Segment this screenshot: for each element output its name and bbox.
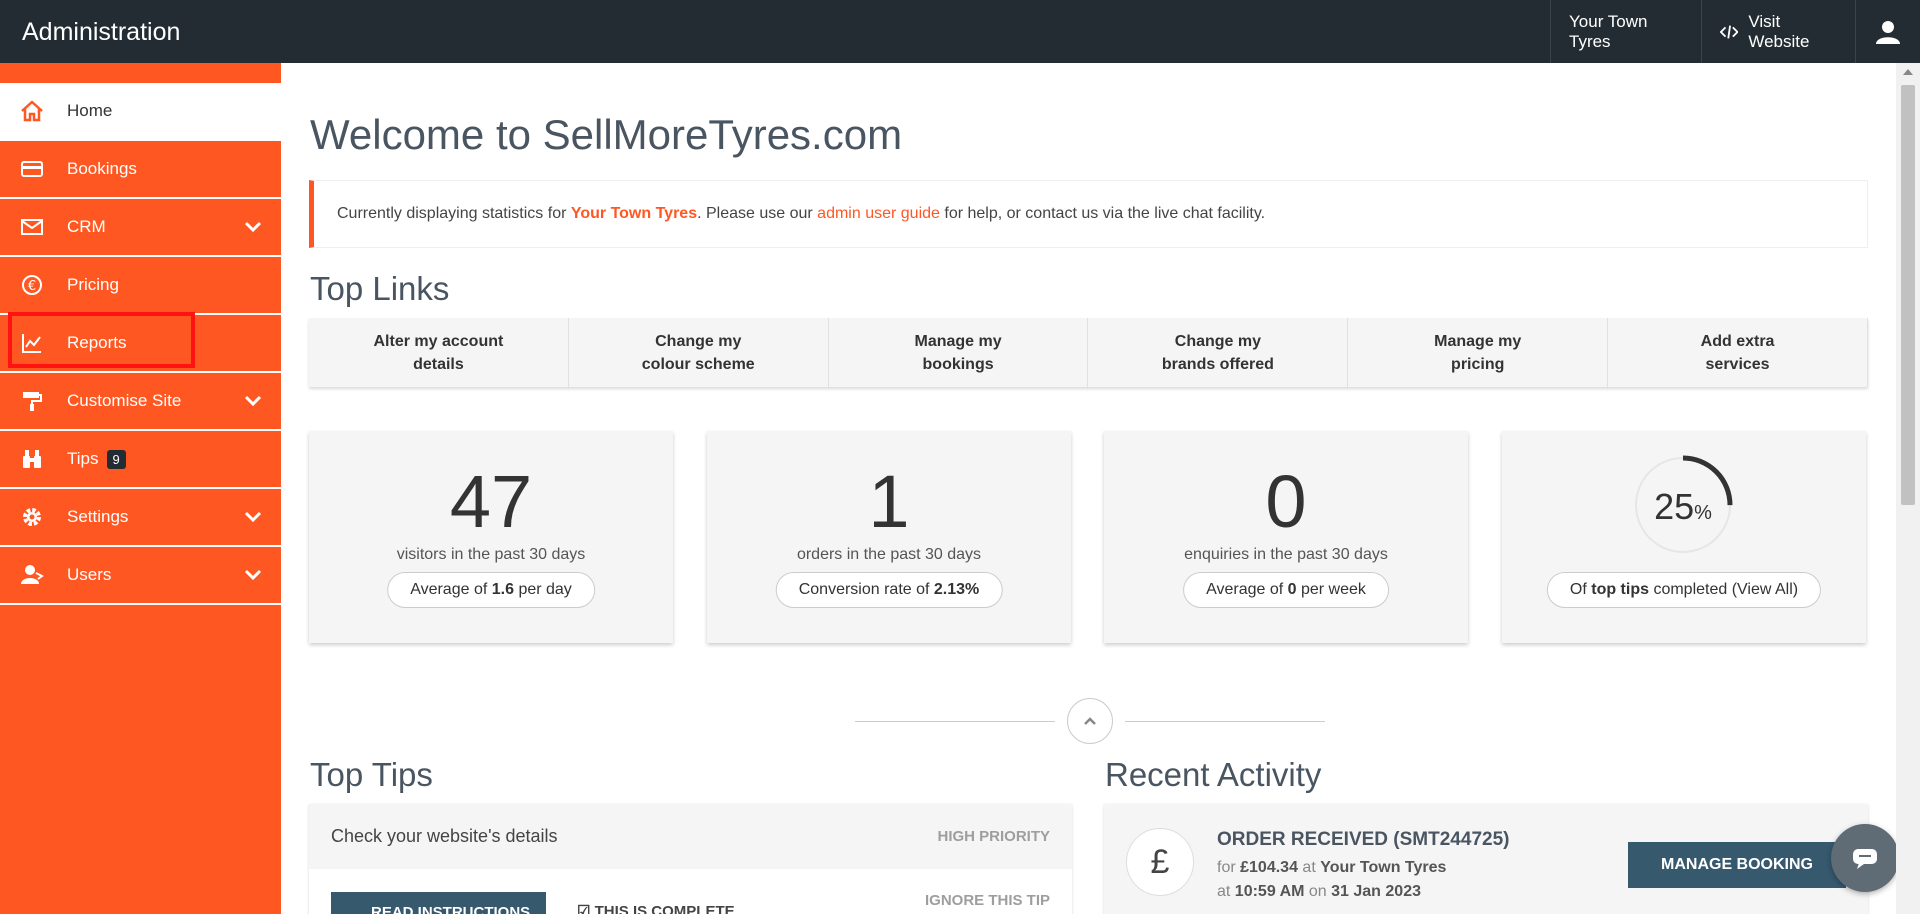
users-icon: [21, 565, 44, 584]
sidebar-item-label: CRM: [67, 217, 106, 236]
chevron-down-icon: [244, 569, 262, 581]
top-link-services[interactable]: Add extra services: [1608, 318, 1868, 387]
sidebar-item-pricing[interactable]: € Pricing: [0, 257, 281, 315]
view-all-tips-link[interactable]: View All: [1737, 581, 1793, 599]
top-link-colour[interactable]: Change my colour scheme: [569, 318, 829, 387]
main-content: Welcome to SellMoreTyres.com Currently d…: [281, 63, 1896, 914]
statistics-notice: Currently displaying statistics for Your…: [309, 180, 1868, 248]
sidebar-item-tips[interactable]: Tips 9: [0, 431, 281, 489]
top-link-pricing[interactable]: Manage my pricing: [1348, 318, 1609, 387]
svg-text:€: €: [28, 279, 36, 294]
section-divider: [855, 698, 1325, 744]
sidebar-item-customise-site[interactable]: Customise Site: [0, 373, 281, 431]
chevron-down-icon: [244, 395, 262, 407]
credit-card-icon: [21, 161, 43, 177]
page-title: Welcome to SellMoreTyres.com: [310, 111, 903, 158]
pound-icon: £: [1126, 828, 1194, 896]
euro-icon: €: [22, 275, 42, 295]
top-bar: Administration Your Town Tyres Visit Web…: [0, 0, 1920, 63]
sidebar-item-label: Home: [67, 101, 113, 120]
orders-count: 1: [868, 460, 910, 543]
orders-desc: orders in the past 30 days: [796, 546, 982, 563]
chevron-up-icon: [1084, 717, 1096, 725]
top-link-bookings[interactable]: Manage my bookings: [829, 318, 1089, 387]
sidebar-item-users[interactable]: Users: [0, 547, 281, 605]
tips-progress-card: 25% Of top tips completed (View All): [1502, 431, 1866, 643]
binoculars-icon: [23, 450, 41, 468]
sidebar-item-settings[interactable]: Settings: [0, 489, 281, 547]
sidebar-item-reports[interactable]: Reports: [0, 315, 281, 373]
sidebar-item-label: Bookings: [67, 159, 137, 178]
enquiries-count: 0: [1265, 460, 1307, 543]
enquiries-average-pill: Average of 0 per week: [1183, 572, 1389, 608]
enquiries-card: 0 enquiries in the past 30 days Average …: [1104, 431, 1468, 643]
enquiries-desc: enquiries in the past 30 days: [1184, 546, 1388, 563]
activity-card: £ ORDER RECEIVED (SMT244725) for £104.34…: [1104, 804, 1868, 914]
activity-title: ORDER RECEIVED (SMT244725): [1217, 829, 1510, 850]
collapse-button[interactable]: [1067, 698, 1113, 744]
chart-line-icon: [22, 334, 41, 353]
envelope-icon: [21, 219, 43, 235]
tip-priority: HIGH PRIORITY: [937, 828, 1050, 845]
chat-icon: [1853, 849, 1877, 869]
sidebar-item-label: Reports: [67, 333, 127, 352]
visitors-average-pill: Average of 1.6 per day: [387, 572, 595, 608]
read-instructions-button[interactable]: READ INSTRUCTIONS: [331, 892, 546, 914]
user-menu[interactable]: [1855, 0, 1920, 63]
top-links-bar: Alter my account details Change my colou…: [309, 318, 1868, 387]
top-links-heading: Top Links: [310, 270, 450, 307]
paint-roller-icon: [23, 392, 42, 411]
tip-card: Check your website's details HIGH PRIORI…: [309, 804, 1072, 914]
chevron-down-icon: [244, 511, 262, 523]
app-title: Administration: [22, 18, 181, 46]
manage-booking-button[interactable]: MANAGE BOOKING: [1628, 842, 1846, 888]
check-square-icon: ☑: [577, 903, 595, 914]
mark-complete-button[interactable]: ☑ THIS IS COMPLETE: [577, 902, 735, 914]
top-tips-heading: Top Tips: [310, 756, 433, 793]
site-selector[interactable]: Your Town Tyres: [1550, 0, 1702, 63]
visitors-desc: visitors in the past 30 days: [396, 546, 586, 563]
scroll-thumb[interactable]: [1901, 85, 1915, 505]
user-icon: [1876, 20, 1900, 44]
home-icon: [21, 100, 43, 122]
tips-progress-value: 25%: [1654, 486, 1712, 527]
visitors-card: 47 visitors in the past 30 days Average …: [309, 431, 673, 643]
visit-website-link[interactable]: Visit Website: [1701, 0, 1856, 63]
tip-title: Check your website's details: [331, 826, 558, 846]
top-link-account[interactable]: Alter my account details: [309, 318, 569, 387]
admin-guide-link[interactable]: admin user guide: [817, 205, 940, 223]
page-scrollbar[interactable]: [1896, 63, 1920, 914]
scroll-up-arrow[interactable]: [1903, 69, 1913, 75]
sidebar-item-label: Settings: [67, 507, 129, 526]
sidebar-item-label: Customise Site: [67, 391, 182, 410]
tips-count-badge: 9: [106, 450, 126, 470]
gear-icon: [23, 508, 41, 526]
sidebar-item-bookings[interactable]: Bookings: [0, 141, 281, 199]
visitors-count: 47: [449, 460, 533, 543]
ignore-tip-button[interactable]: IGNORE THIS TIP: [925, 892, 1050, 909]
top-link-brands[interactable]: Change my brands offered: [1088, 318, 1349, 387]
sidebar-item-crm[interactable]: CRM: [0, 199, 281, 257]
code-icon: [1720, 24, 1739, 39]
visit-website-label: Visit Website: [1748, 11, 1810, 51]
notice-site-name: Your Town Tyres: [570, 205, 698, 222]
sidebar-item-label: Pricing: [67, 275, 119, 294]
tips-completed-pill: Of top tips completed (View All): [1546, 572, 1822, 608]
recent-activity-heading: Recent Activity: [1105, 756, 1322, 793]
conversion-rate-pill: Conversion rate of 2.13%: [775, 572, 1003, 608]
chevron-down-icon: [244, 221, 262, 233]
activity-amount-line: for £104.34 at Your Town Tyres: [1217, 859, 1447, 876]
sidebar-item-home[interactable]: Home: [0, 83, 281, 141]
orders-card: 1 orders in the past 30 days Conversion …: [707, 431, 1071, 643]
activity-time-line: at 10:59 AM on 31 Jan 2023: [1217, 883, 1421, 900]
sidebar-item-label: Users: [67, 565, 112, 584]
sidebar-item-label: Tips: [67, 448, 99, 468]
sidebar: Home Bookings CRM € Pricing Reports Cust…: [0, 63, 281, 914]
live-chat-button[interactable]: [1831, 824, 1899, 892]
